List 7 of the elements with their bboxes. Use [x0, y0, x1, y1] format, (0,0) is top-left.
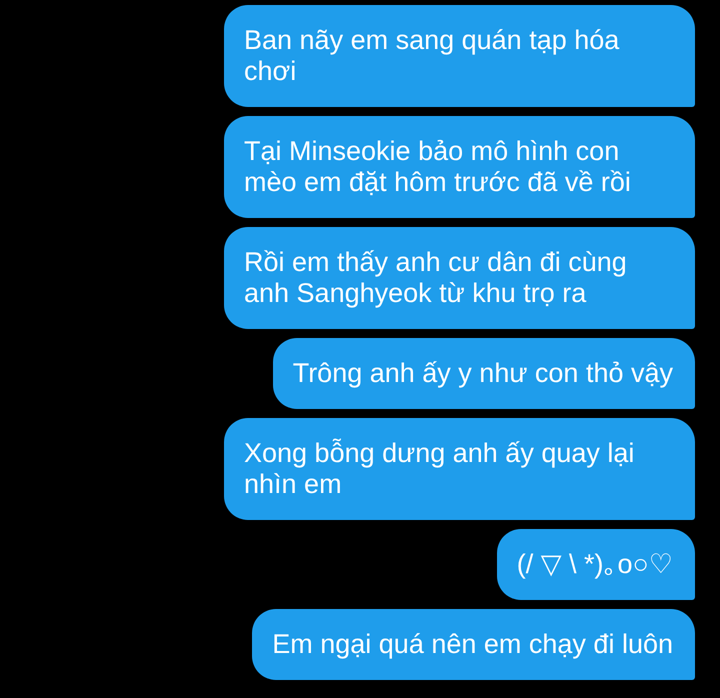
message-bubble: Rồi em thấy anh cư dân đi cùng anh Sanghyeok từ khu trọ ra [224, 227, 695, 329]
message-bubble: Ban nãy em sang quán tạp hóa chơi [224, 5, 695, 107]
message-bubble: Em ngại quá nên em chạy đi luôn [252, 609, 695, 680]
message-bubble: Trông anh ấy y như con thỏ vậy [272, 338, 695, 409]
message-bubble: Tại Minseokie bảo mô hình con mèo em đặt hôm trước đã về rồi [224, 116, 695, 218]
message-bubble: Xong bỗng dưng anh ấy quay lại nhìn em [224, 418, 695, 520]
message-bubble: (/ ▽ \ *)｡o○♡ [496, 529, 695, 600]
